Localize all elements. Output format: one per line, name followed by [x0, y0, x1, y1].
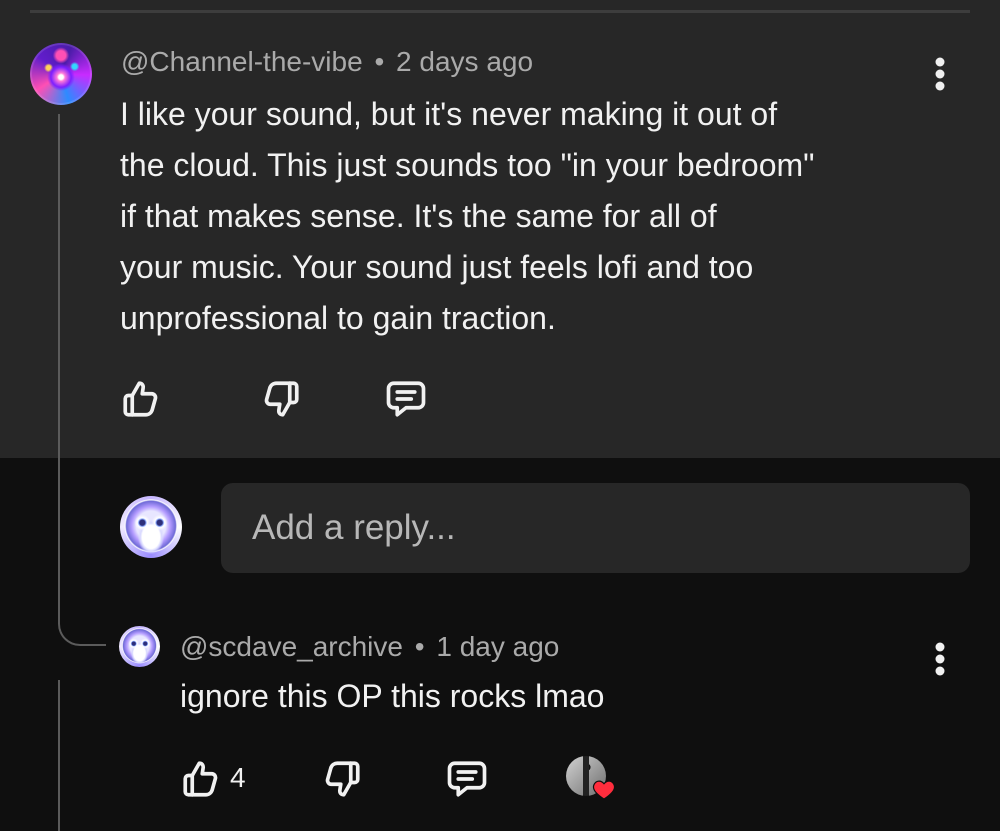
dislike-button[interactable] [255, 376, 307, 422]
thumbs-up-icon [123, 381, 158, 417]
reply-dislike-button[interactable] [316, 756, 368, 802]
like-button[interactable] [115, 376, 167, 422]
comment-menu-button[interactable] [925, 55, 955, 93]
reply-comment-button[interactable] [439, 756, 495, 802]
current-user-avatar[interactable] [120, 496, 182, 558]
like-count: 4 [230, 762, 246, 793]
thumbs-up-icon [183, 761, 218, 797]
thumbs-down-icon [264, 381, 299, 417]
reply-meta: @scdave_archive • 1 day ago [180, 631, 559, 663]
reply-menu-button[interactable] [925, 640, 955, 678]
comment-time: 2 days ago [396, 46, 534, 77]
comment-icon [447, 761, 487, 797]
reply-like-button[interactable] [176, 756, 226, 802]
meta-separator: • [414, 631, 425, 662]
more-vertical-icon [935, 642, 945, 676]
comment-author[interactable]: @Channel-the-vibe [121, 46, 363, 77]
comment-meta: @Channel-the-vibe • 2 days ago [121, 46, 533, 78]
reply-button[interactable] [378, 376, 434, 422]
reply-time: 1 day ago [436, 631, 560, 662]
reply-input[interactable] [252, 508, 939, 548]
channel-avatar[interactable] [30, 43, 92, 105]
reply-author[interactable]: @scdave_archive [180, 631, 403, 662]
meta-separator: • [374, 46, 385, 77]
comment-text: I like your sound, but it's never making… [120, 96, 815, 336]
thumbs-down-icon [325, 761, 360, 797]
top-divider [30, 10, 970, 13]
thread-line-bottom [58, 680, 60, 831]
heart-icon [592, 780, 616, 800]
reply-text: ignore this OP this rocks lmao [180, 678, 605, 714]
creator-heart [566, 756, 618, 802]
reply-author-avatar[interactable] [119, 626, 160, 667]
comment-icon [386, 381, 426, 417]
more-vertical-icon [935, 57, 945, 91]
reply-box[interactable] [221, 483, 970, 573]
thread-line [58, 114, 60, 614]
thread-connector [58, 600, 106, 646]
